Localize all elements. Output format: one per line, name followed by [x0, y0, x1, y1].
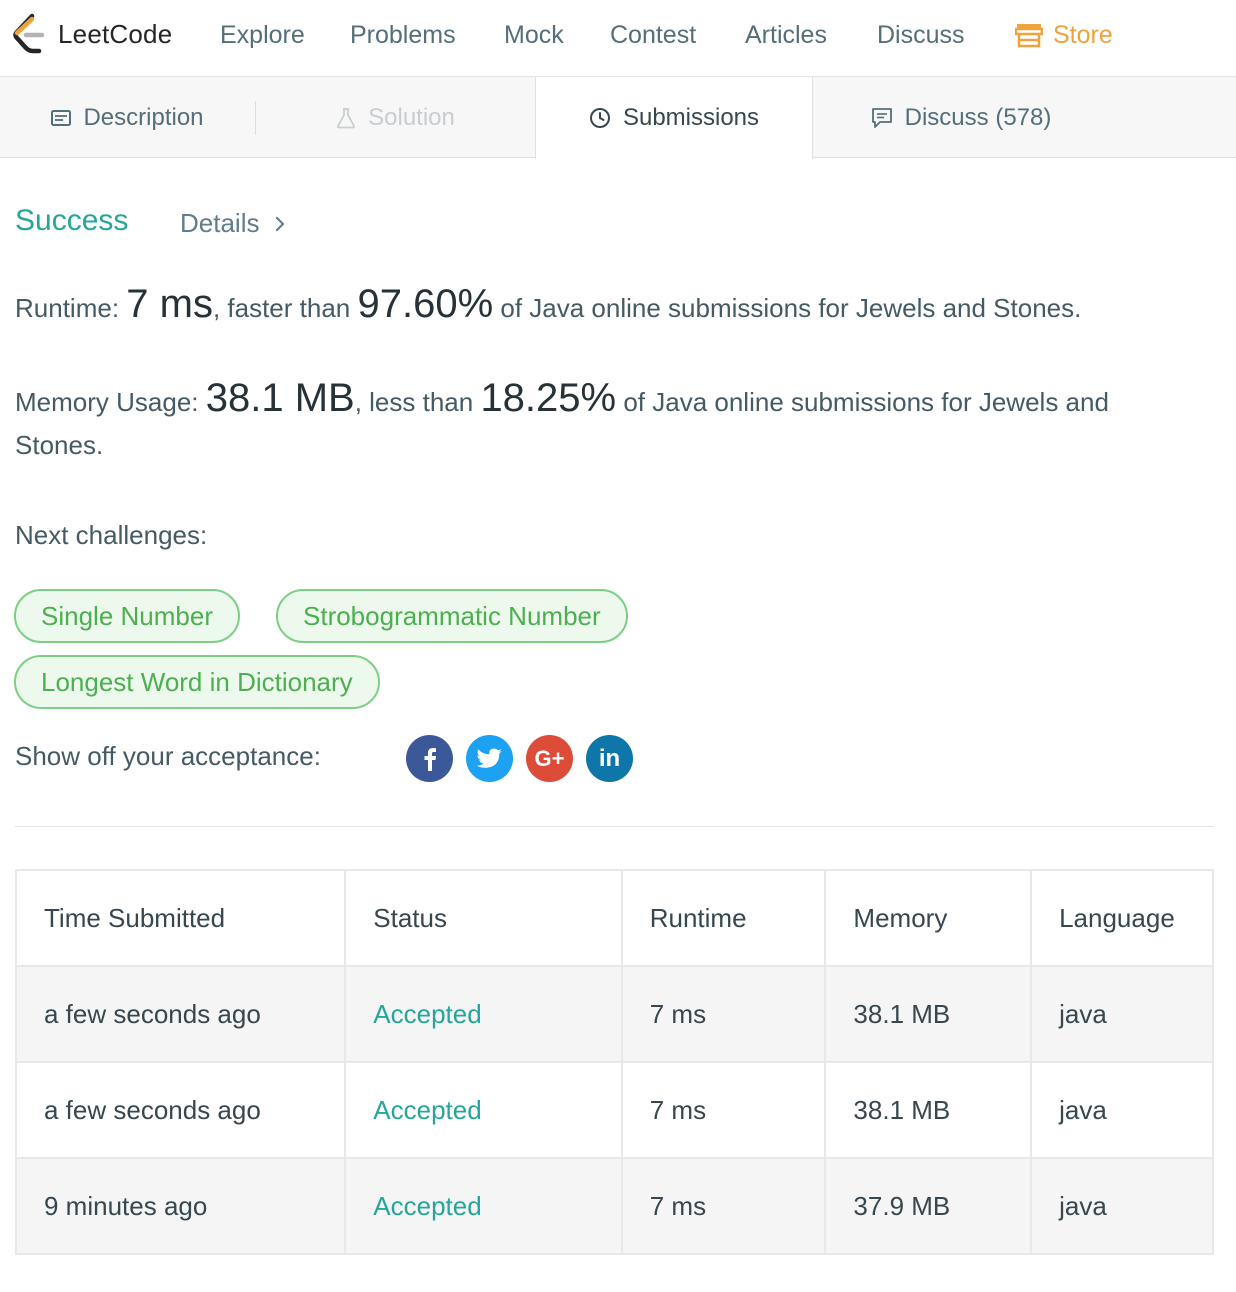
challenge-pill-single-number[interactable]: Single Number: [14, 589, 240, 643]
submissions-table: Time Submitted Status Runtime Memory Lan…: [14, 869, 1214, 1255]
cell-runtime: 7 ms: [620, 1157, 827, 1255]
tab-description[interactable]: Description: [0, 77, 255, 158]
table-header-row: Time Submitted Status Runtime Memory Lan…: [14, 869, 1214, 967]
next-challenges-label: Next challenges:: [15, 520, 208, 550]
cell-memory: 37.9 MB: [824, 1157, 1033, 1255]
nav-problems[interactable]: Problems: [350, 18, 456, 52]
top-navbar: LeetCode Explore Problems Mock Contest A…: [0, 0, 1236, 77]
nav-mock[interactable]: Mock: [504, 18, 564, 52]
column-header-language: Language: [1030, 869, 1214, 967]
column-header-status: Status: [344, 869, 623, 967]
twitter-share-button[interactable]: [466, 735, 513, 782]
cell-language: java: [1030, 965, 1214, 1063]
challenge-pill-longest-word[interactable]: Longest Word in Dictionary: [14, 655, 380, 709]
runtime-mid: , faster than: [212, 293, 358, 323]
memory-mid: , less than: [354, 387, 481, 417]
cell-memory: 38.1 MB: [824, 1061, 1033, 1159]
memory-summary-wrap: Stones.: [15, 430, 104, 460]
tab-solution[interactable]: Solution: [256, 77, 535, 158]
memory-percentile: 18.25%: [480, 376, 617, 420]
tab-discuss[interactable]: Discuss (578): [813, 77, 1109, 158]
memory-tail: of Java online submissions for Jewels an…: [616, 387, 1109, 417]
linkedin-icon: in: [598, 744, 621, 772]
cell-language: java: [1030, 1157, 1214, 1255]
section-divider: [15, 826, 1214, 827]
runtime-tail: of Java online submissions for Jewels an…: [493, 293, 1082, 323]
problem-tabs: Description Solution Submissions Discuss: [0, 77, 1236, 159]
memory-summary: Memory Usage: 38.1 MB, less than 18.25% …: [15, 376, 1109, 421]
cell-time: a few seconds ago: [14, 1061, 347, 1159]
runtime-percentile: 97.60%: [357, 282, 494, 326]
challenge-pill-strobogrammatic-number[interactable]: Strobogrammatic Number: [276, 589, 628, 643]
cell-status-link[interactable]: Accepted: [344, 1061, 623, 1159]
tab-description-label: Description: [83, 103, 204, 131]
result-status: Success: [15, 204, 129, 237]
leetcode-logo[interactable]: LeetCode: [12, 12, 172, 56]
details-link[interactable]: Details: [180, 208, 285, 239]
details-label: Details: [180, 208, 260, 238]
nav-explore[interactable]: Explore: [220, 18, 305, 52]
runtime-value: 7 ms: [126, 282, 213, 326]
logo-text: LeetCode: [58, 18, 173, 49]
nav-articles[interactable]: Articles: [745, 18, 827, 52]
tab-discuss-label: Discuss (578): [904, 103, 1052, 131]
tab-solution-label: Solution: [368, 103, 455, 131]
nav-store[interactable]: Store: [1015, 18, 1113, 52]
column-header-time: Time Submitted: [14, 869, 347, 967]
memory-label: Memory Usage:: [15, 387, 206, 417]
cell-status-link[interactable]: Accepted: [344, 965, 623, 1063]
cell-time: 9 minutes ago: [14, 1157, 347, 1255]
google-plus-share-button[interactable]: G+: [526, 735, 573, 782]
runtime-summary: Runtime: 7 ms, faster than 97.60% of Jav…: [15, 282, 1081, 327]
table-row: a few seconds ago Accepted 7 ms 38.1 MB …: [14, 965, 1214, 1063]
share-label: Show off your acceptance:: [15, 741, 321, 771]
nav-contest[interactable]: Contest: [610, 18, 696, 52]
cell-language: java: [1030, 1061, 1214, 1159]
facebook-icon: [424, 747, 436, 771]
cell-status-link[interactable]: Accepted: [344, 1157, 623, 1255]
cell-time: a few seconds ago: [14, 965, 347, 1063]
runtime-label: Runtime:: [15, 293, 127, 323]
google-plus-icon: G+: [534, 745, 565, 771]
cell-runtime: 7 ms: [620, 1061, 827, 1159]
column-header-runtime: Runtime: [620, 869, 827, 967]
store-label: Store: [1053, 21, 1113, 49]
cell-memory: 38.1 MB: [824, 965, 1033, 1063]
facebook-share-button[interactable]: [406, 735, 453, 782]
chevron-right-icon: [275, 216, 285, 232]
table-row: a few seconds ago Accepted 7 ms 38.1 MB …: [14, 1061, 1214, 1159]
flask-icon: [336, 107, 356, 129]
description-icon: [51, 109, 72, 126]
nav-discuss[interactable]: Discuss: [877, 18, 965, 52]
store-icon: [1015, 22, 1043, 48]
twitter-icon: [476, 748, 502, 768]
memory-value: 38.1 MB: [205, 376, 355, 420]
comment-icon: [871, 107, 893, 129]
leetcode-logo-icon: [13, 13, 45, 54]
table-row: 9 minutes ago Accepted 7 ms 37.9 MB java: [14, 1157, 1214, 1255]
cell-runtime: 7 ms: [620, 965, 827, 1063]
clock-icon: [589, 107, 611, 129]
tab-submissions[interactable]: Submissions: [535, 77, 813, 159]
tab-submissions-label: Submissions: [622, 104, 760, 131]
linkedin-share-button[interactable]: in: [586, 735, 633, 782]
column-header-memory: Memory: [824, 869, 1033, 967]
